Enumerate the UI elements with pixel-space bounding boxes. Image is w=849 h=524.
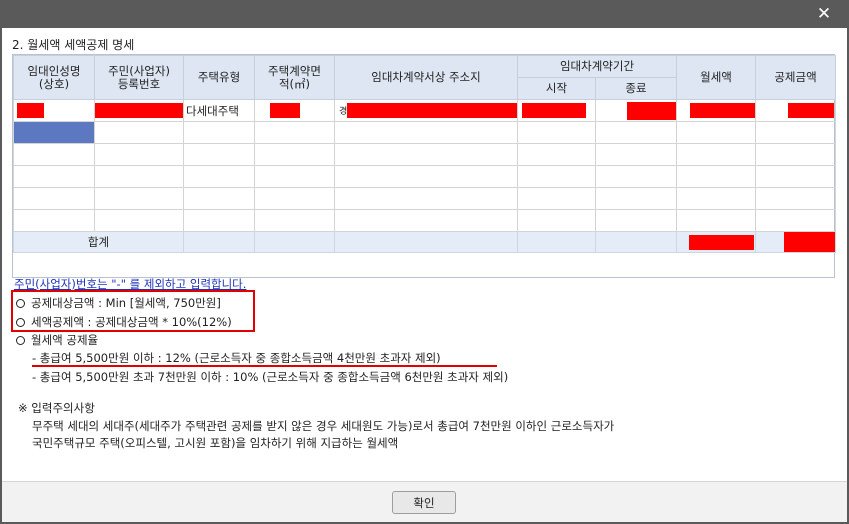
cell-end[interactable] <box>595 99 677 122</box>
note-rate-title-text: 월세액 공제율 <box>31 333 99 347</box>
selected-cell[interactable] <box>13 121 95 144</box>
total-monthly-rent <box>676 231 756 253</box>
total-deduction <box>755 231 836 253</box>
caution-line2: 국민주택규모 주택(오피스텔, 고시원 포함)을 임차하기 위해 지급하는 월세… <box>32 436 399 450</box>
address-prefix: 경 <box>339 107 348 117</box>
section-title: 2. 월세액 세액공제 명세 <box>12 38 135 52</box>
table-row: 다세대주택 경 <box>13 99 836 122</box>
header-resident-id: 주민(사업자) 등록번호 <box>94 55 184 100</box>
redaction <box>788 103 834 118</box>
table-row <box>13 121 836 144</box>
bottom-bar: 확인 <box>2 481 847 522</box>
dialog-window: ✕ 2. 월세액 세액공제 명세 임대인성명 (상호) 주민(사업자) 등록번호… <box>0 0 849 524</box>
caution-line1: 무주택 세대의 세대주(세대주가 주택관련 공제를 받지 않은 경우 세대원도 … <box>32 419 615 433</box>
redaction <box>270 103 300 118</box>
header-monthly-rent: 월세액 <box>676 55 756 100</box>
title-bar: ✕ <box>0 0 849 28</box>
table-row <box>13 187 836 210</box>
circle-bullet-icon <box>16 336 25 345</box>
table-row <box>13 165 836 188</box>
note-rate-line1: - 총급여 5,500만원 이하 : 12% (근로소득자 중 종합소득금액 4… <box>32 351 441 365</box>
table-row <box>13 143 836 166</box>
rent-deduction-grid: 임대인성명 (상호) 주민(사업자) 등록번호 주택유형 주택계약면 적(㎡) … <box>12 54 836 278</box>
cell-area[interactable] <box>254 99 335 122</box>
highlight-underline <box>32 365 497 367</box>
total-label: 합계 <box>13 231 184 253</box>
dialog-body: 2. 월세액 세액공제 명세 임대인성명 (상호) 주민(사업자) 등록번호 주… <box>2 28 847 522</box>
caution-title: ※ 입력주의사항 <box>18 401 95 415</box>
redaction <box>17 103 44 118</box>
cell-resident-id[interactable] <box>94 99 184 122</box>
header-end: 종료 <box>595 77 677 100</box>
header-house-type: 주택유형 <box>183 55 255 100</box>
header-contract-period: 임대차계약기간 <box>517 55 677 78</box>
content-area: 2. 월세액 세액공제 명세 임대인성명 (상호) 주민(사업자) 등록번호 주… <box>2 28 847 481</box>
header-area: 주택계약면 적(㎡) <box>254 55 335 100</box>
total-row: 합계 <box>13 231 836 253</box>
redaction <box>689 234 754 250</box>
header-deduction-amount: 공제금액 <box>755 55 836 100</box>
redaction <box>784 232 835 252</box>
redaction <box>95 103 183 118</box>
note-rate-title: 월세액 공제율 <box>16 332 98 348</box>
redaction <box>347 103 517 118</box>
close-icon[interactable]: ✕ <box>815 5 833 23</box>
header-start: 시작 <box>517 77 596 100</box>
cell-start[interactable] <box>517 99 596 122</box>
cell-monthly-rent[interactable] <box>676 99 756 122</box>
header-address: 임대차계약서상 주소지 <box>334 55 518 100</box>
table-row <box>13 209 836 232</box>
redaction <box>627 101 676 120</box>
cell-deduction[interactable] <box>755 99 836 122</box>
header-landlord-name: 임대인성명 (상호) <box>13 55 95 100</box>
highlight-box <box>11 290 255 332</box>
cell-landlord-name[interactable] <box>13 99 95 122</box>
confirm-button[interactable]: 확인 <box>392 491 456 514</box>
cell-house-type[interactable]: 다세대주택 <box>183 99 255 122</box>
redaction <box>690 103 755 118</box>
redaction <box>522 103 586 118</box>
note-rate-line2: - 총급여 5,500만원 초과 7천만원 이하 : 10% (근로소득자 중 … <box>32 370 509 384</box>
cell-address[interactable]: 경 <box>334 99 518 122</box>
